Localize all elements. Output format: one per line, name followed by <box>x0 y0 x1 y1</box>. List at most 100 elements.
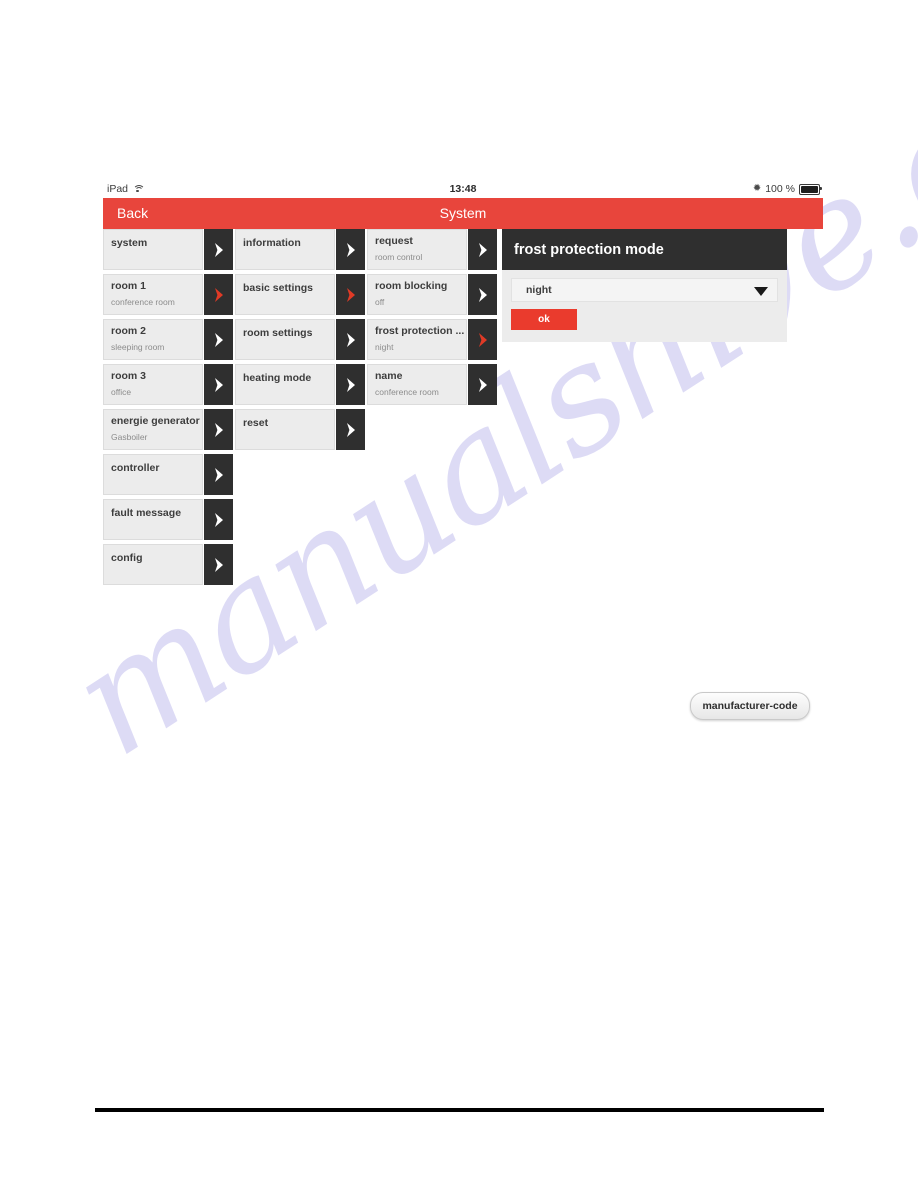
battery-percent-label: 100 % <box>765 183 795 195</box>
menu-row-label: room 1 <box>111 280 147 292</box>
menu-row[interactable]: room 3 office <box>103 364 233 405</box>
menu-row[interactable]: room blocking off <box>367 274 497 315</box>
menu-row-label: request <box>375 235 413 247</box>
chevron-right-icon <box>478 242 487 257</box>
menu-row-box[interactable]: heating mode <box>235 364 335 405</box>
menu-row-box[interactable]: frost protection ... night <box>367 319 467 360</box>
menu-row-box[interactable]: information <box>235 229 335 270</box>
menu-row[interactable]: information <box>235 229 365 270</box>
chevron-right-icon <box>478 377 487 392</box>
chevron-right-icon <box>478 332 487 347</box>
menu-row-box[interactable]: room blocking off <box>367 274 467 315</box>
menu-row-arrow[interactable] <box>336 229 365 270</box>
menu-row[interactable]: reset <box>235 409 365 450</box>
menu-row-box[interactable]: room settings <box>235 319 335 360</box>
manufacturer-code-button[interactable]: manufacturer-code <box>690 692 810 720</box>
menu-row-box[interactable]: basic settings <box>235 274 335 315</box>
menu-row[interactable]: room 1 conference room <box>103 274 233 315</box>
battery-icon <box>799 183 822 195</box>
menu-row[interactable]: energie generator Gasboiler <box>103 409 233 450</box>
menu-row-label: room blocking <box>375 280 448 292</box>
menu-row-label: room 3 <box>111 370 147 382</box>
menu-row-label: heating mode <box>243 372 312 384</box>
menu-row-arrow[interactable] <box>204 364 233 405</box>
menu-row-box[interactable]: name conference room <box>367 364 467 405</box>
menu-row-box[interactable]: reset <box>235 409 335 450</box>
menu-row-box[interactable]: request room control <box>367 229 467 270</box>
menu-row-sublabel: Gasboiler <box>111 432 148 442</box>
menu-row[interactable]: controller <box>103 454 233 495</box>
menu-row-sublabel: conference room <box>375 387 439 397</box>
menu-row-arrow[interactable] <box>204 319 233 360</box>
menu-row-label: room 2 <box>111 325 147 337</box>
footer-divider <box>95 1108 824 1112</box>
chevron-right-icon <box>346 422 355 437</box>
menu-row-label: room settings <box>243 327 313 339</box>
menu-row[interactable]: basic settings <box>235 274 365 315</box>
menu-row[interactable]: room settings <box>235 319 365 360</box>
menu-row-box[interactable]: system <box>103 229 203 270</box>
menu-row-sublabel: office <box>111 387 132 397</box>
menu-row[interactable]: system <box>103 229 233 270</box>
chevron-right-icon <box>214 377 223 392</box>
menu-row-box[interactable]: config <box>103 544 203 585</box>
menu-row-sublabel: conference room <box>111 297 175 307</box>
menu-row-arrow[interactable] <box>204 409 233 450</box>
menu-row-arrow[interactable] <box>468 229 497 270</box>
ipad-screenshot: iPad 13:48 ✹ 100 % Back System system roo… <box>103 182 823 594</box>
menu-row-label: energie generator <box>111 415 200 427</box>
menu-row-label: name <box>375 370 403 382</box>
ok-button[interactable]: ok <box>511 309 577 330</box>
menu-row-arrow[interactable] <box>204 274 233 315</box>
menu-row-sublabel: sleeping room <box>111 342 165 352</box>
menu-row-arrow[interactable] <box>336 274 365 315</box>
menu-row-label: reset <box>243 417 269 429</box>
chevron-right-icon <box>346 332 355 347</box>
menu-row-arrow[interactable] <box>204 454 233 495</box>
select-value: night <box>526 284 552 296</box>
status-bar-right: ✹ 100 % <box>752 183 822 195</box>
menu-row[interactable]: fault message <box>103 499 233 540</box>
menu-row-box[interactable]: room 2 sleeping room <box>103 319 203 360</box>
chevron-right-icon <box>346 242 355 257</box>
menu-row-label: system <box>111 237 148 249</box>
chevron-right-icon <box>214 287 223 302</box>
menu-row-arrow[interactable] <box>204 499 233 540</box>
menu-row[interactable]: frost protection ... night <box>367 319 497 360</box>
dialog-body: night ok <box>502 270 787 342</box>
menu-row-box[interactable]: fault message <box>103 499 203 540</box>
menu-row-label: fault message <box>111 507 182 519</box>
menu-row-sublabel: room control <box>375 252 423 262</box>
menu-row-arrow[interactable] <box>204 544 233 585</box>
status-bar-clock: 13:48 <box>449 183 477 195</box>
bluetooth-icon: ✹ <box>752 183 762 194</box>
menu-row-box[interactable]: controller <box>103 454 203 495</box>
menu-row[interactable]: request room control <box>367 229 497 270</box>
menu-row[interactable]: name conference room <box>367 364 497 405</box>
menu-row[interactable]: room 2 sleeping room <box>103 319 233 360</box>
menu-row-arrow[interactable] <box>336 364 365 405</box>
menu-row-arrow[interactable] <box>468 319 497 360</box>
chevron-right-icon <box>214 332 223 347</box>
menu-row[interactable]: heating mode <box>235 364 365 405</box>
chevron-right-icon <box>346 377 355 392</box>
menu-row-arrow[interactable] <box>336 319 365 360</box>
menu-row-arrow[interactable] <box>468 274 497 315</box>
menu-column-1: system room 1 conference room room 2 sleepin… <box>103 229 233 589</box>
menu-row-sublabel: off <box>375 297 385 307</box>
chevron-right-icon <box>214 467 223 482</box>
menu-row-arrow[interactable] <box>468 364 497 405</box>
chevron-right-icon <box>478 287 487 302</box>
menu-row-box[interactable]: energie generator Gasboiler <box>103 409 203 450</box>
page-title: System <box>439 205 487 221</box>
menu-row-label: config <box>111 552 143 564</box>
menu-row-box[interactable]: room 3 office <box>103 364 203 405</box>
frost-protection-mode-select[interactable]: night <box>511 278 778 302</box>
menu-row-box[interactable]: room 1 conference room <box>103 274 203 315</box>
chevron-right-icon <box>214 422 223 437</box>
chevron-right-icon <box>346 287 355 302</box>
menu-row-arrow[interactable] <box>336 409 365 450</box>
menu-row[interactable]: config <box>103 544 233 585</box>
navigation-bar: Back System <box>103 198 823 229</box>
menu-row-arrow[interactable] <box>204 229 233 270</box>
